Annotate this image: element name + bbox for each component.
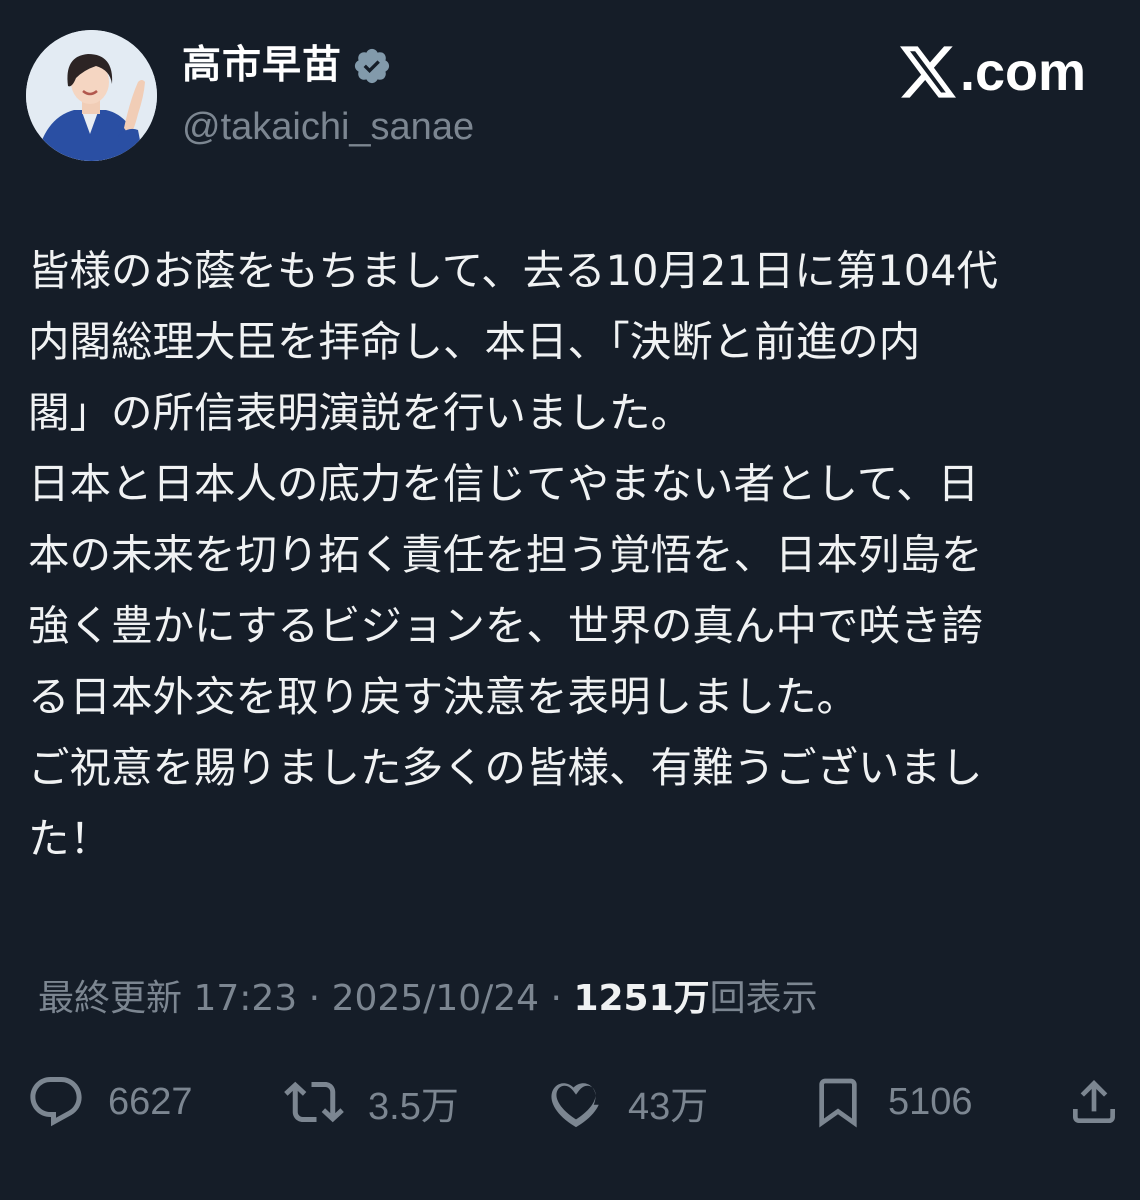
bookmark-button[interactable]: 5106 [810, 1064, 973, 1140]
brand-logo: .com [899, 42, 1086, 102]
brand-text: .com [959, 42, 1086, 102]
share-icon [1073, 1080, 1115, 1123]
x-logo-icon [899, 46, 956, 98]
tweet-date[interactable]: 2025/10/24 [332, 978, 540, 1019]
bookmark-icon [819, 1078, 857, 1128]
meta-separator: · [550, 978, 562, 1019]
share-button[interactable] [1066, 1064, 1122, 1140]
like-button[interactable]: 43万 [546, 1064, 708, 1140]
updated-label: 最終更新 [38, 978, 183, 1019]
name-row: 高市早苗 [182, 42, 392, 90]
verified-icon [352, 46, 392, 86]
bookmark-count: 5106 [888, 1080, 973, 1123]
tweet-header: 高市早苗 @takaichi_sanae .com [26, 30, 1116, 165]
tweet-text: 皆様のお蔭をもちまして、去る10月21日に第104代 内閣総理大臣を拝命し、本日… [28, 246, 999, 863]
views-label: 回表示 [709, 978, 818, 1019]
meta-separator: · [308, 978, 321, 1019]
display-name[interactable]: 高市早苗 [182, 42, 342, 90]
views-count: 1251万 [573, 978, 710, 1019]
tweet-time[interactable]: 17:23 [193, 978, 297, 1019]
tweet-meta: 最終更新 17:23 · 2025/10/24 · 1251万回表示 [38, 973, 818, 1025]
avatar[interactable] [26, 30, 157, 161]
action-bar: 6627 3.5万 43万 5106 [0, 1064, 1140, 1140]
reply-count: 6627 [108, 1080, 193, 1123]
like-count: 43万 [628, 1085, 709, 1128]
user-handle[interactable]: @takaichi_sanae [182, 104, 474, 150]
repost-count: 3.5万 [368, 1085, 459, 1128]
reply-button[interactable]: 6627 [26, 1064, 193, 1140]
reply-icon [30, 1077, 82, 1127]
like-icon [551, 1083, 599, 1128]
repost-button[interactable]: 3.5万 [282, 1064, 459, 1140]
repost-icon [284, 1081, 344, 1123]
